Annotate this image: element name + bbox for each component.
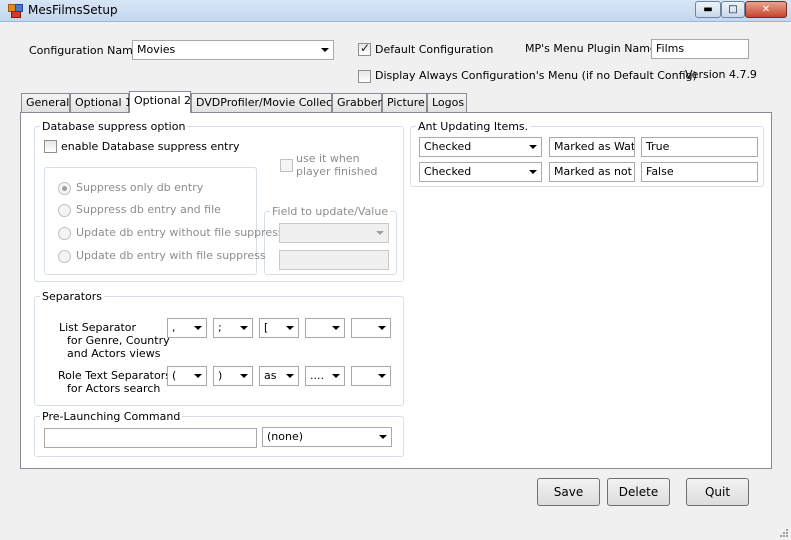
ant-row-2-state-combo[interactable]: Checked — [419, 162, 542, 182]
role-separator-label: Role Text Separators — [58, 369, 171, 382]
role-separator-combo-1[interactable]: ( — [167, 366, 207, 386]
list-separator-combo-2[interactable]: ; — [213, 318, 253, 338]
tab-dvdprofiler[interactable]: DVDProfiler/Movie Collecor — [191, 93, 343, 112]
tab-optional-2[interactable]: Optional 2 — [129, 91, 191, 113]
tab-optional-1[interactable]: Optional 1 — [70, 93, 132, 112]
ant-row-1-field-input[interactable]: Marked as Watch — [549, 137, 635, 157]
tab-picture[interactable]: Picture — [382, 93, 427, 112]
use-when-finished-checkbox[interactable] — [280, 159, 293, 172]
suppress-db-and-file-radio[interactable] — [58, 204, 71, 217]
list-separator-sublabel-1: for Genre, Country — [67, 334, 170, 347]
chevron-down-icon — [378, 374, 386, 378]
list-separator-combo-1[interactable]: , — [167, 318, 207, 338]
update-with-suppress-label: Update db entry with file suppress — [76, 249, 266, 262]
quit-button[interactable]: Quit — [686, 478, 749, 506]
separators-title: Separators — [40, 290, 105, 303]
use-when-label-1: use it when — [296, 152, 360, 165]
chevron-down-icon — [332, 326, 340, 330]
chevron-down-icon — [376, 231, 384, 235]
plugin-name-input[interactable]: Films — [651, 39, 749, 59]
list-separator-label: List Separator — [59, 321, 137, 334]
field-update-title: Field to update/Value — [270, 205, 391, 218]
chevron-down-icon — [378, 326, 386, 330]
checkmark-icon: ✓ — [360, 41, 371, 55]
config-name-combo[interactable]: Movies — [132, 40, 334, 60]
display-always-checkbox[interactable] — [358, 70, 371, 83]
db-suppress-title: Database suppress option — [40, 120, 188, 133]
prelaunch-title: Pre-Launching Command — [40, 410, 183, 423]
enable-db-suppress-checkbox[interactable] — [44, 140, 57, 153]
ant-updating-title: Ant Updating Items. — [416, 120, 531, 133]
tab-general[interactable]: General — [21, 93, 70, 112]
chevron-down-icon — [379, 435, 387, 439]
role-separator-combo-5[interactable] — [351, 366, 391, 386]
chevron-down-icon — [332, 374, 340, 378]
prelaunch-option-combo[interactable]: (none) — [262, 427, 392, 447]
app-icon — [8, 4, 23, 18]
field-update-combo[interactable] — [279, 223, 389, 243]
window-title: MesFilmsSetup — [28, 3, 118, 17]
maximize-icon[interactable]: □ — [721, 1, 745, 18]
version-label: Version 4.7.9 — [685, 68, 757, 81]
list-separator-combo-5[interactable] — [351, 318, 391, 338]
chevron-down-icon — [321, 48, 329, 52]
update-without-suppress-label: Update db entry without file suppress — [76, 226, 284, 239]
update-without-suppress-radio[interactable] — [58, 227, 71, 240]
suppress-db-and-file-label: Suppress db entry and file — [76, 203, 221, 216]
title-bar — [0, 0, 791, 22]
close-icon[interactable]: ✕ — [745, 1, 787, 18]
chevron-down-icon — [286, 326, 294, 330]
field-update-value-input[interactable] — [279, 250, 389, 270]
default-config-label: Default Configuration — [375, 43, 494, 56]
update-with-suppress-radio[interactable] — [58, 250, 71, 263]
use-when-label-2: player finished — [296, 165, 378, 178]
list-separator-combo-4[interactable] — [305, 318, 345, 338]
chevron-down-icon — [286, 374, 294, 378]
chevron-down-icon — [194, 326, 202, 330]
config-name-value: Movies — [137, 43, 176, 56]
chevron-down-icon — [529, 145, 537, 149]
role-separator-combo-3[interactable]: as — [259, 366, 299, 386]
suppress-only-db-radio[interactable] — [58, 182, 71, 195]
ant-row-1-value-input[interactable]: True — [641, 137, 758, 157]
display-always-label: Display Always Configuration's Menu (if … — [375, 69, 697, 82]
role-separator-combo-2[interactable]: ) — [213, 366, 253, 386]
ant-row-2-field-input[interactable]: Marked as not W — [549, 162, 635, 182]
config-name-label: Configuration Name — [29, 44, 140, 57]
chevron-down-icon — [194, 374, 202, 378]
minimize-icon[interactable]: ▬ — [695, 1, 721, 18]
ant-row-1-state-combo[interactable]: Checked — [419, 137, 542, 157]
ant-row-2-value-input[interactable]: False — [641, 162, 758, 182]
role-separator-sublabel: for Actors search — [67, 382, 161, 395]
list-separator-combo-3[interactable]: [ — [259, 318, 299, 338]
tab-grabber[interactable]: Grabber — [332, 93, 382, 112]
chevron-down-icon — [240, 374, 248, 378]
tab-logos[interactable]: Logos — [427, 93, 467, 112]
save-button[interactable]: Save — [537, 478, 600, 506]
resize-grip-icon[interactable] — [779, 528, 789, 538]
prelaunch-command-input[interactable] — [44, 428, 257, 448]
default-config-checkbox[interactable]: ✓ — [358, 41, 371, 56]
suppress-only-db-label: Suppress only db entry — [76, 181, 204, 194]
delete-button[interactable]: Delete — [607, 478, 670, 506]
list-separator-sublabel-2: and Actors views — [67, 347, 161, 360]
chevron-down-icon — [529, 170, 537, 174]
chevron-down-icon — [240, 326, 248, 330]
role-separator-combo-4[interactable]: .... — [305, 366, 345, 386]
plugin-name-label: MP's Menu Plugin Name — [525, 42, 657, 55]
enable-db-suppress-label: enable Database suppress entry — [61, 140, 240, 153]
